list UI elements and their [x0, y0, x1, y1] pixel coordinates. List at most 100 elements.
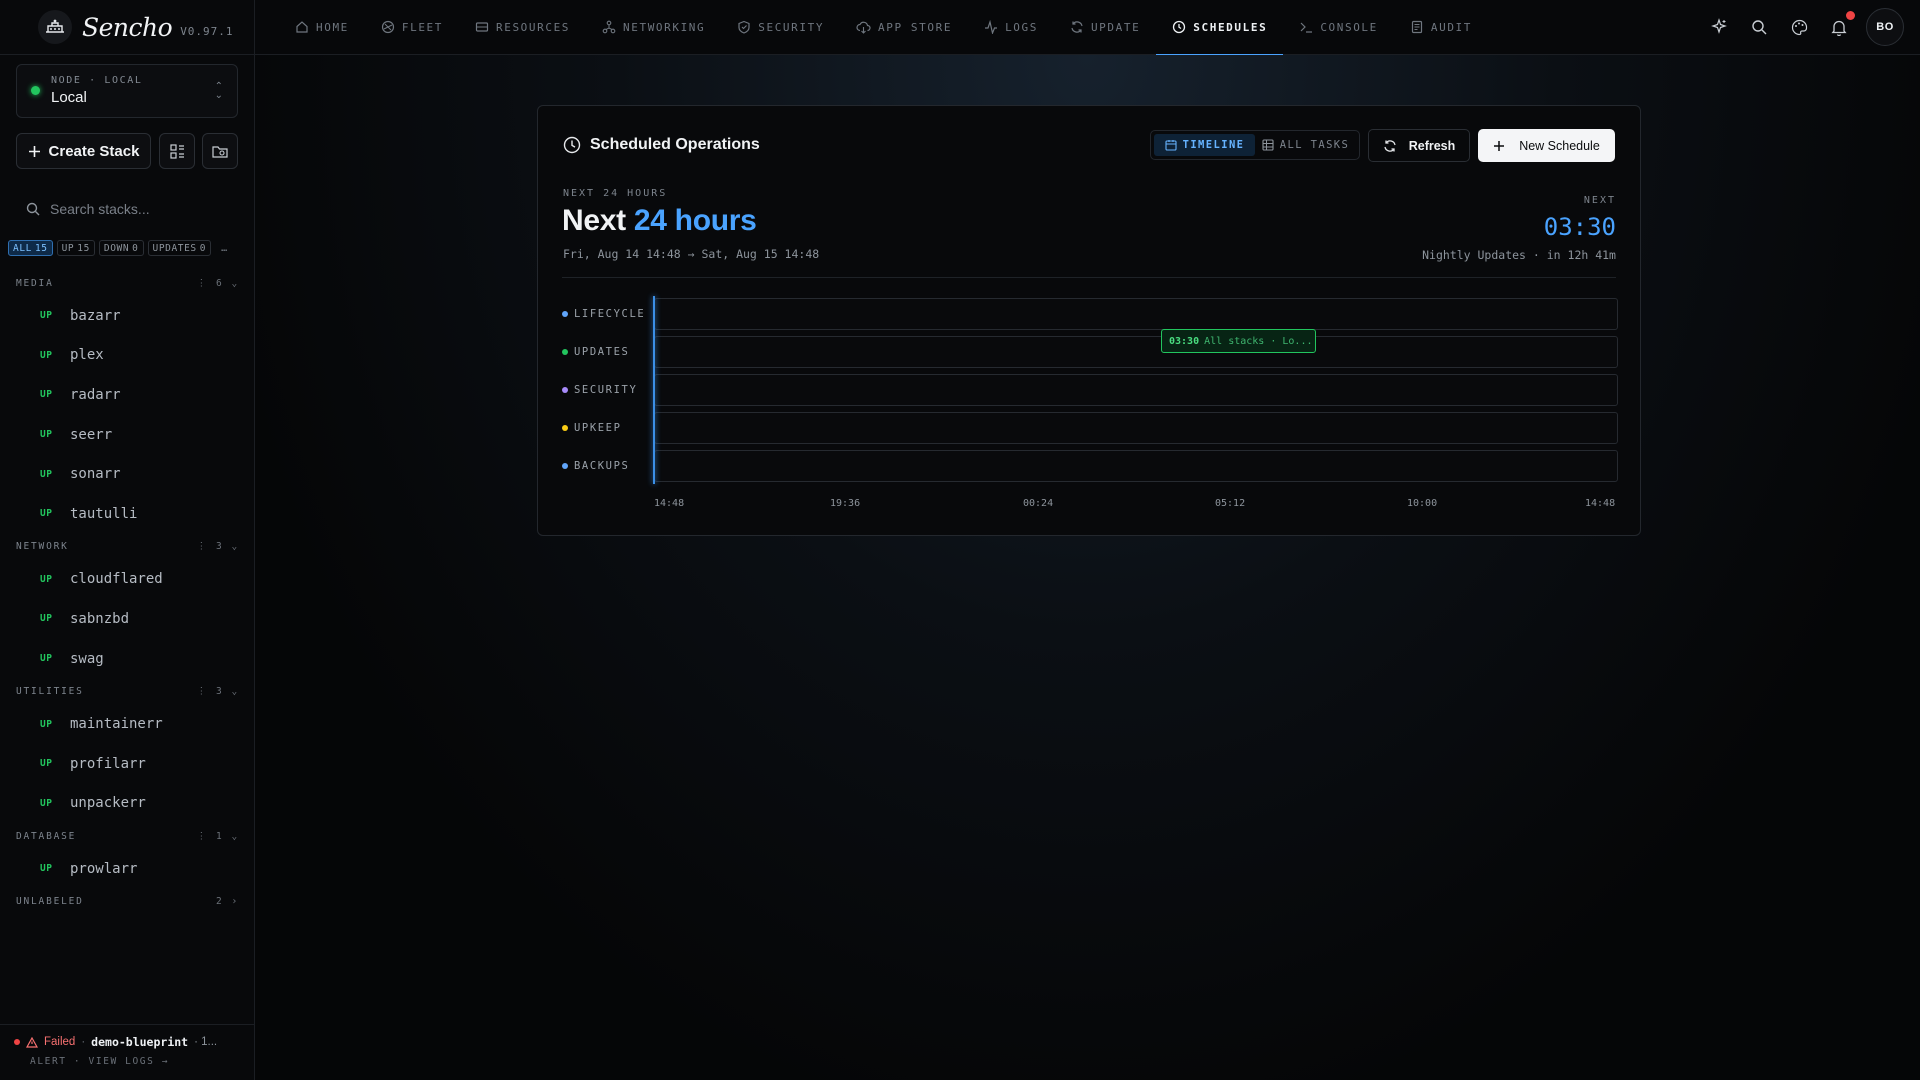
plus-icon	[28, 145, 40, 157]
refresh-icon	[1071, 21, 1083, 33]
nav-update[interactable]: UPDATE	[1054, 0, 1156, 55]
group-utilities[interactable]: UTILITIES ⋮ 3 ⌄	[0, 678, 255, 704]
page-title: Next 24 hours	[562, 204, 757, 237]
networking-icon	[602, 20, 616, 34]
layout-grid-icon	[169, 143, 184, 159]
more-filters-icon[interactable]: …	[221, 243, 227, 254]
group-menu-icon[interactable]: ⋮	[197, 278, 208, 289]
home-icon	[296, 21, 308, 33]
stack-item[interactable]: UP sonarr	[0, 454, 255, 494]
card-title: Scheduled Operations	[563, 136, 760, 154]
group-database[interactable]: DATABASE ⋮ 1 ⌄	[0, 823, 255, 849]
next-run-time: 03:30	[1543, 213, 1616, 241]
lane-track[interactable]	[654, 450, 1618, 482]
stack-item[interactable]: UP tautulli	[0, 494, 255, 534]
filter-all[interactable]: ALL 15	[8, 240, 53, 256]
nav-app-store[interactable]: APP STORE	[840, 0, 968, 55]
refresh-button[interactable]: Refresh	[1368, 129, 1470, 162]
nav-audit[interactable]: AUDIT	[1394, 0, 1488, 55]
bell-icon	[1831, 20, 1847, 36]
global-search-button[interactable]	[1746, 14, 1772, 40]
next-label: NEXT	[1583, 195, 1616, 206]
lane-security: SECURITY	[562, 374, 1618, 412]
axis-tick: 00:24	[1023, 498, 1054, 509]
group-menu-icon[interactable]: ⋮	[197, 541, 208, 552]
divider	[562, 277, 1616, 278]
stack-item[interactable]: UP plex	[0, 336, 255, 376]
lane-track[interactable]	[654, 298, 1618, 330]
range-kicker: NEXT 24 HOURS	[563, 188, 668, 199]
palette-icon	[1791, 19, 1807, 35]
view-logs-link[interactable]: ALERT · VIEW LOGS →	[14, 1056, 241, 1067]
stack-item[interactable]: UP prowlarr	[0, 849, 255, 889]
group-menu-icon[interactable]: ⋮	[197, 686, 208, 697]
chevron-down-icon: ⌄	[231, 830, 239, 842]
lane-lifecycle: LIFECYCLE	[562, 298, 1618, 336]
assistant-button[interactable]	[1706, 14, 1732, 40]
date-range: Fri, Aug 14 14:48 → Sat, Aug 15 14:48	[563, 247, 820, 261]
alert-extra: · 1...	[194, 1036, 218, 1048]
nav-resources[interactable]: RESOURCES	[459, 0, 586, 55]
stack-search[interactable]	[26, 201, 238, 217]
stack-item[interactable]: UP swag	[0, 639, 255, 679]
search-icon	[26, 202, 40, 216]
axis-tick: 19:36	[830, 498, 861, 509]
node-name: Local	[51, 89, 87, 106]
table-icon	[1262, 139, 1274, 151]
theme-button[interactable]	[1786, 14, 1812, 40]
stack-item[interactable]: UP radarr	[0, 375, 255, 415]
nav-logs[interactable]: LOGS	[968, 0, 1054, 55]
alert-footer[interactable]: Failed · demo-blueprint · 1... ALERT · V…	[0, 1024, 255, 1080]
stack-item[interactable]: UP profilarr	[0, 744, 255, 784]
axis-tick: 14:48	[1585, 498, 1616, 509]
stack-item[interactable]: UP unpackerr	[0, 784, 255, 824]
lane-track[interactable]	[654, 336, 1618, 368]
stack-groups: MEDIA ⋮ 6 ⌄ UP bazarr UP plex UP radarr UP see…	[0, 270, 255, 915]
next-run-description: Nightly Updates · in 12h 41m	[1422, 248, 1616, 262]
chevron-updown-icon: ⌃ ⌄	[214, 81, 223, 101]
group-menu-icon[interactable]: ⋮	[197, 831, 208, 842]
filter-updates[interactable]: UPDATES 0	[147, 240, 212, 256]
stack-item[interactable]: UP seerr	[0, 415, 255, 455]
app-name: Sencho	[82, 12, 173, 42]
lane-backups: BACKUPS	[562, 450, 1618, 488]
folder-button[interactable]	[202, 133, 238, 169]
chevron-right-icon: ›	[231, 896, 239, 908]
now-indicator	[653, 296, 655, 484]
group-network[interactable]: NETWORK ⋮ 3 ⌄	[0, 534, 255, 560]
grid-view-button[interactable]	[159, 133, 195, 169]
lane-track[interactable]	[654, 412, 1618, 444]
notifications-button[interactable]	[1826, 11, 1855, 40]
activity-icon	[985, 20, 998, 34]
schedule-event-nightly-updates[interactable]: 03:30 All stacks · Lo...	[1161, 329, 1316, 353]
brand[interactable]: Sencho V0.97.1	[0, 0, 254, 55]
chevron-down-icon: ⌄	[231, 685, 239, 697]
nav-security[interactable]: SECURITY	[721, 0, 840, 55]
search-input[interactable]	[50, 201, 230, 217]
app-version: V0.97.1	[180, 24, 234, 38]
stack-item[interactable]: UP cloudflared	[0, 560, 255, 600]
tab-timeline[interactable]: TIMELINE	[1154, 134, 1255, 156]
node-selector[interactable]: NODE · LOCAL Local ⌃ ⌄	[16, 64, 238, 118]
nav-fleet[interactable]: FLEET	[365, 0, 459, 55]
nav-console[interactable]: CONSOLE	[1283, 0, 1394, 55]
filter-down[interactable]: DOWN 0	[98, 240, 144, 256]
stack-item[interactable]: UP maintainerr	[0, 704, 255, 744]
stack-item[interactable]: UP sabnzbd	[0, 599, 255, 639]
warning-icon	[26, 1036, 38, 1048]
nav-schedules[interactable]: SCHEDULES	[1156, 0, 1284, 56]
plus-icon	[1494, 140, 1505, 151]
tab-all-tasks[interactable]: ALL TASKS	[1255, 134, 1356, 156]
alert-status: Failed	[44, 1036, 76, 1048]
group-unlabeled[interactable]: UNLABELED 2 ›	[0, 889, 255, 915]
nav-networking[interactable]: NETWORKING	[586, 0, 721, 55]
clock-icon	[1173, 20, 1186, 34]
filter-up[interactable]: UP 15	[56, 240, 95, 256]
create-stack-button[interactable]: Create Stack	[16, 133, 151, 169]
group-media[interactable]: MEDIA ⋮ 6 ⌄	[0, 270, 255, 296]
new-schedule-button[interactable]: New Schedule	[1478, 129, 1615, 162]
avatar[interactable]: BO	[1866, 8, 1904, 46]
nav-home[interactable]: HOME	[279, 0, 365, 55]
stack-item[interactable]: UP bazarr	[0, 296, 255, 336]
lane-track[interactable]	[654, 374, 1618, 406]
